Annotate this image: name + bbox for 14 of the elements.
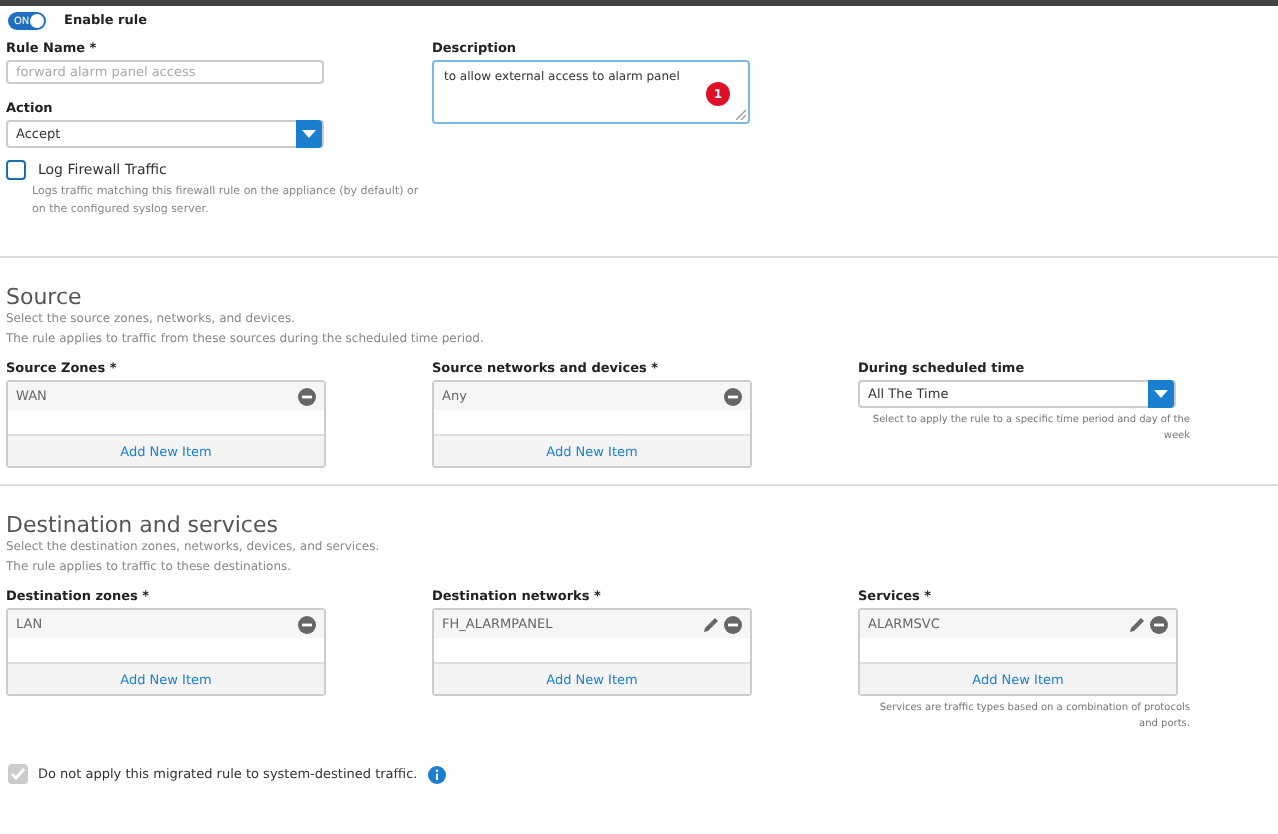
caret-icon	[302, 130, 316, 138]
remove-icon[interactable]	[724, 615, 742, 633]
remove-icon[interactable]	[724, 387, 742, 405]
resize-grip-icon	[736, 110, 746, 120]
caret-icon	[1154, 390, 1168, 398]
log-checkbox[interactable]	[6, 160, 26, 180]
info-icon[interactable]	[427, 765, 446, 783]
section-title: Source	[4, 284, 84, 310]
pencil-icon[interactable]	[1128, 615, 1146, 633]
pencil-icon[interactable]	[702, 615, 720, 633]
remove-icon[interactable]	[298, 615, 316, 633]
remove-icon[interactable]	[298, 387, 316, 405]
section-title: Destination and services	[4, 512, 280, 538]
remove-icon[interactable]	[1150, 615, 1168, 633]
